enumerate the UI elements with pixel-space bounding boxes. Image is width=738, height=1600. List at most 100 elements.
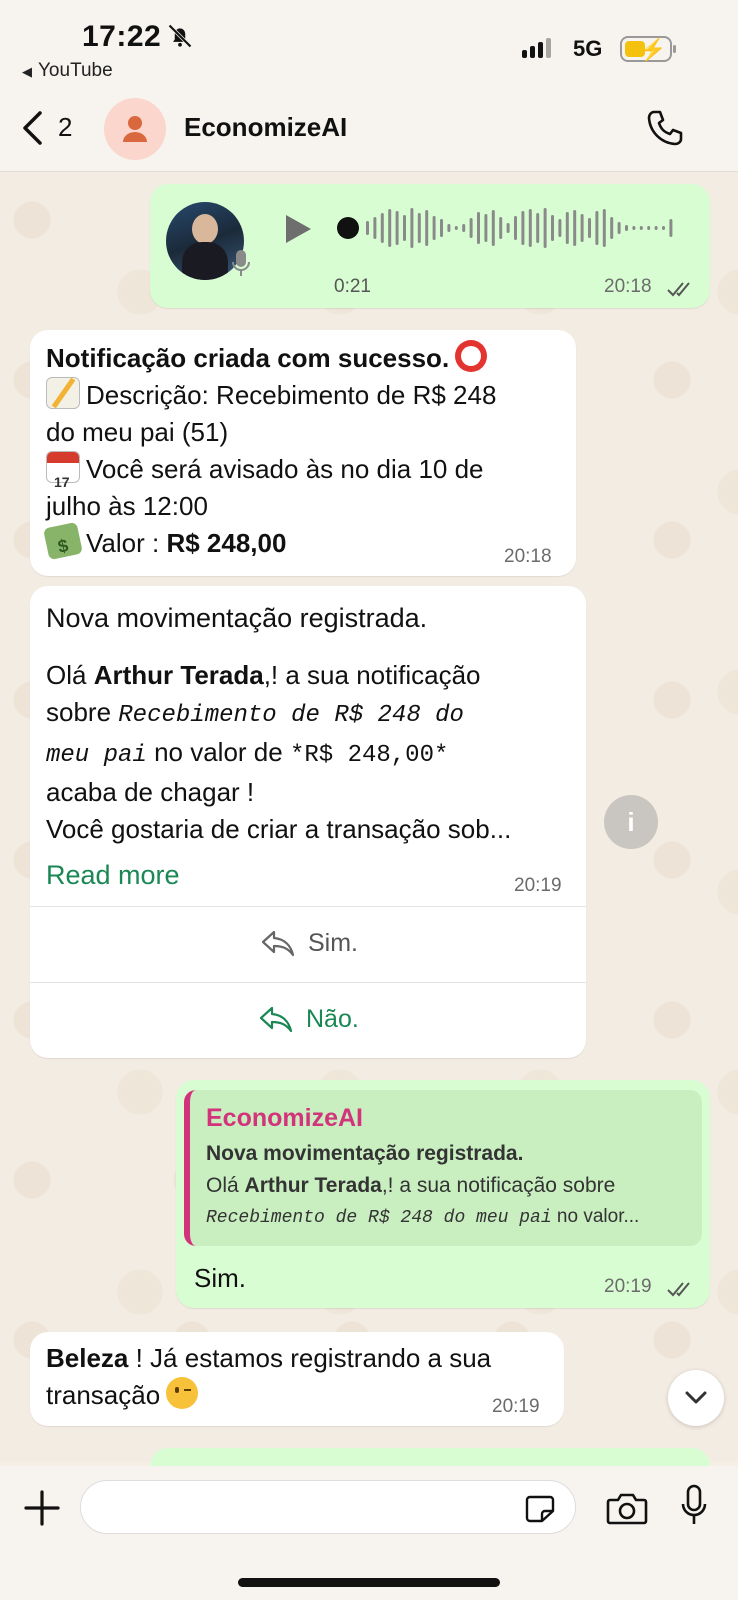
notification-message-body: Notificação criada com sucesso. Descriçã…: [43, 340, 566, 562]
money-wings-icon: [43, 521, 83, 561]
signal-icon: [522, 38, 551, 58]
sticker-icon[interactable]: [524, 1494, 556, 1524]
waveform-bar: [654, 226, 658, 230]
confirm-line2: transação: [46, 1380, 161, 1410]
waveform-bar: [395, 211, 399, 245]
reply-text: Sim.: [194, 1263, 246, 1293]
bell-muted-icon: [168, 24, 192, 48]
chevron-left-icon[interactable]: [18, 108, 48, 148]
scroll-to-bottom-button[interactable]: [668, 1370, 724, 1426]
notification-title: Notificação criada com sucesso.: [46, 343, 450, 373]
double-check-icon: [667, 1282, 690, 1297]
movement-line-question: Você gostaria de criar a transação sob..…: [46, 814, 512, 844]
voice-timestamp: 20:18: [604, 276, 652, 297]
waveform-bar: [602, 209, 606, 247]
confirm-timestamp: 20:19: [492, 1396, 540, 1417]
audio-waveform[interactable]: [336, 206, 686, 250]
notification-timestamp: 20:18: [504, 546, 552, 567]
waveform-bar: [632, 226, 636, 230]
notification-value-label: Valor :: [86, 528, 160, 558]
reply-icon: [259, 1006, 293, 1033]
movement-line-arrive: acaba de chagar !: [46, 777, 255, 807]
waveform-bar: [506, 223, 510, 233]
movement-greet-suffix: ,! a sua notificação: [263, 660, 481, 690]
charging-bolt-icon: ⚡: [639, 37, 667, 62]
double-check-icon: [667, 282, 690, 297]
next-message-bubble: [150, 1448, 710, 1468]
button-divider: [30, 982, 586, 983]
phone-icon[interactable]: [645, 108, 685, 148]
waveform-bar: [536, 213, 540, 243]
person-icon: [123, 116, 147, 142]
waveform-bar: [425, 210, 429, 246]
contact-avatar[interactable]: [104, 98, 166, 160]
alarm-clock-icon: [455, 340, 488, 372]
quoted-author: EconomizeAI: [206, 1104, 363, 1132]
waveform-bar: [588, 218, 591, 238]
unread-count[interactable]: 2: [58, 112, 72, 143]
confirm-line1: ! Já estamos registrando a sua: [128, 1343, 492, 1373]
waveform-bar: [417, 213, 421, 243]
waveform-bar: [521, 211, 525, 245]
memo-icon: [46, 377, 80, 409]
quoted-mono: Recebimento de R$ 248 do meu pai: [206, 1208, 552, 1228]
status-bar: 17:22 ◀ YouTube 5G ⚡: [0, 0, 738, 90]
back-triangle-icon: ◀: [22, 64, 32, 79]
movement-about-mono1: Recebimento de R$ 248 do: [118, 702, 464, 729]
waveform-bar: [388, 209, 392, 247]
battery-icon: ⚡: [620, 36, 676, 62]
plus-icon[interactable]: [22, 1488, 62, 1528]
mic-icon: [232, 250, 250, 276]
message-input[interactable]: [80, 1480, 576, 1534]
reply-timestamp: 20:19: [604, 1276, 652, 1297]
contact-name[interactable]: EconomizeAI: [184, 112, 347, 143]
waveform-bar: [610, 217, 614, 239]
quoted-line2: Recebimento de R$ 248 do meu pai no valo…: [206, 1206, 639, 1228]
notification-line3: Você será avisado às no dia 10 de: [86, 454, 484, 484]
waveform-bar: [366, 221, 369, 235]
camera-icon[interactable]: [606, 1490, 648, 1526]
button-divider: [30, 906, 586, 907]
quoted-line1: Olá Arthur Terada,! a sua notificação so…: [206, 1174, 615, 1198]
waveform-bar: [440, 219, 443, 237]
back-app-label: YouTube: [38, 60, 113, 81]
confirm-bold: Beleza: [46, 1343, 129, 1373]
waveform-bar: [662, 226, 665, 230]
waveform-bar: [647, 226, 651, 230]
play-icon[interactable]: [282, 212, 314, 246]
waveform-bar: [447, 224, 451, 232]
voice-duration: 0:21: [334, 276, 371, 297]
movement-value-prefix: no valor de: [154, 737, 283, 767]
waveform-bar: [499, 217, 503, 239]
chevron-down-icon: [685, 1391, 707, 1404]
reply-no-label: Não.: [306, 1004, 359, 1033]
info-icon[interactable]: i: [604, 795, 658, 849]
waveform-bar: [617, 222, 621, 234]
waveform-bar: [380, 213, 384, 243]
waveform-bar: [528, 209, 532, 247]
waveform-bar: [565, 212, 569, 244]
waveform-bar: [462, 224, 466, 232]
reply-no-button[interactable]: Não.: [258, 1004, 359, 1034]
quoted-greet-name: Arthur Terada: [244, 1174, 382, 1197]
waveform-bar: [454, 226, 458, 230]
status-time: 17:22: [82, 20, 162, 53]
mic-icon[interactable]: [680, 1484, 708, 1528]
waveform-bar: [573, 210, 577, 246]
movement-about-prefix: sobre: [46, 697, 112, 727]
back-to-app-link[interactable]: ◀ YouTube: [22, 60, 113, 82]
read-more-link[interactable]: Read more: [46, 860, 180, 891]
movement-value-mono: *R$ 248,00*: [289, 742, 449, 769]
waveform-bar: [373, 217, 377, 239]
quoted-title: Nova movimentação registrada.: [206, 1142, 524, 1165]
waveform-bar: [432, 216, 436, 240]
waveform-bar: [625, 225, 628, 231]
waveform-bar: [669, 219, 673, 237]
waveform-bar: [403, 215, 406, 241]
reply-icon: [261, 930, 295, 957]
waveform-bar: [410, 208, 414, 248]
reply-yes-label: Sim.: [308, 928, 358, 957]
confirm-message-body: Beleza ! Já estamos registrando a sua tr…: [46, 1340, 546, 1414]
reply-yes-button[interactable]: Sim.: [260, 928, 358, 958]
home-indicator: [238, 1578, 500, 1587]
